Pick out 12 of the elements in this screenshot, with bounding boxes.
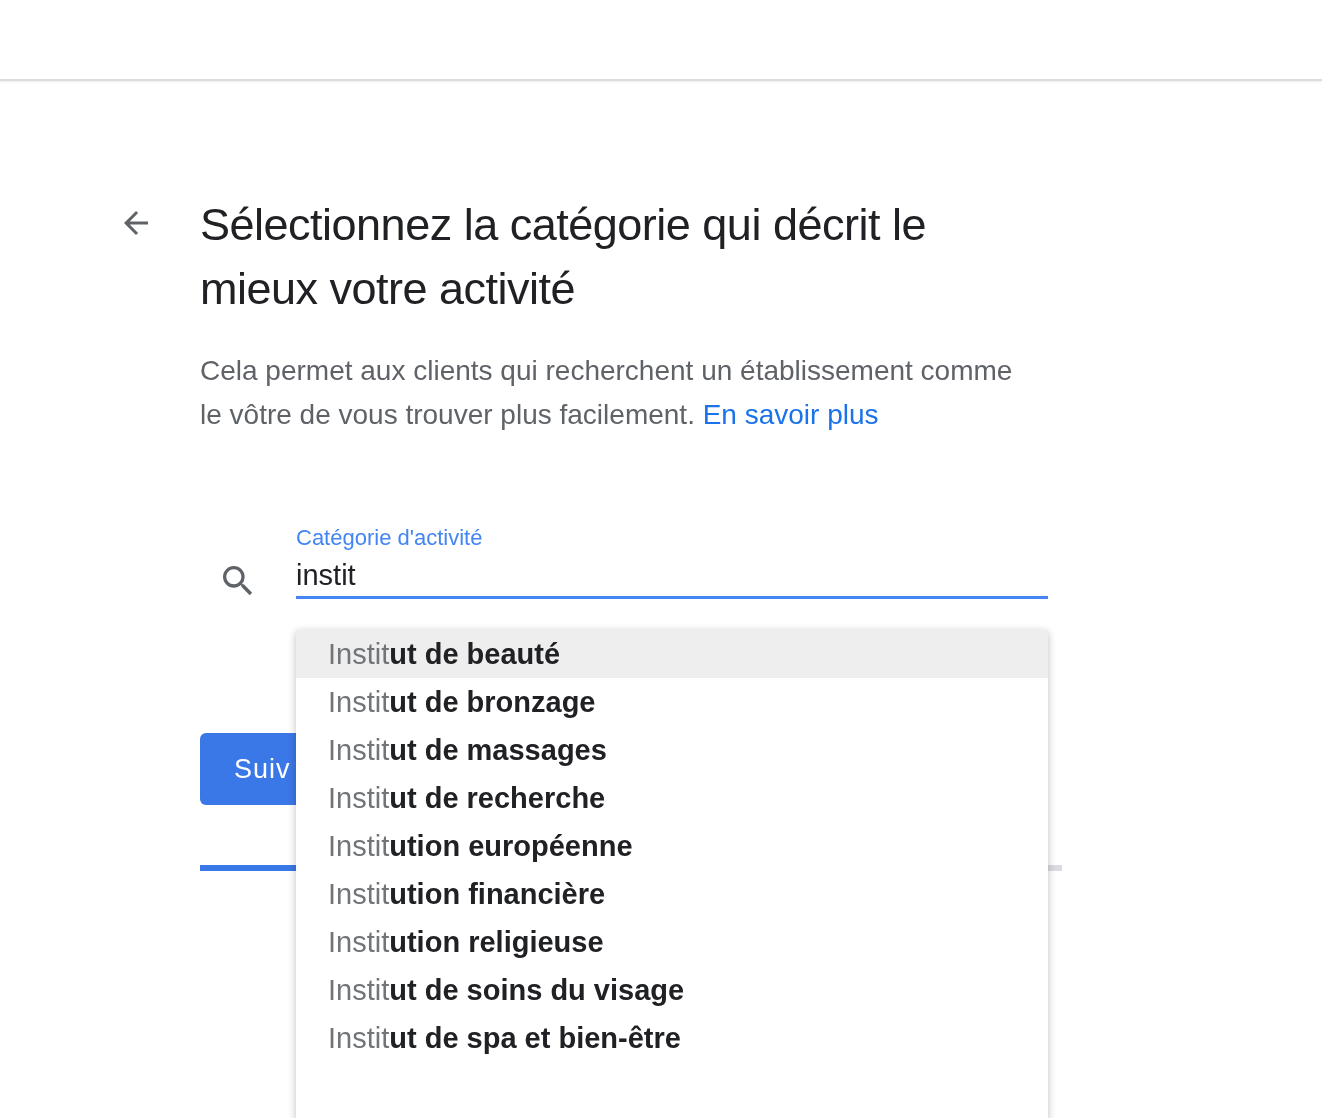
suggestion-item[interactable]: Institution financière (296, 870, 1048, 918)
suggestion-item[interactable]: Institution religieuse (296, 918, 1048, 966)
field-label: Catégorie d'activité (296, 524, 484, 552)
suggestion-item[interactable]: Institution européenne (296, 822, 1048, 870)
suggestion-item[interactable]: Institut de bronzage (296, 678, 1048, 726)
page-title: Sélectionnez la catégorie qui décrit le mieux votre activité (200, 198, 927, 316)
suggestion-item[interactable]: Institut de spa et bien-être (296, 1014, 1048, 1062)
learn-more-link[interactable]: En savoir plus (702, 399, 879, 430)
category-input[interactable]: instit (296, 553, 1048, 599)
suggestion-item[interactable]: Institut de soins du visage (296, 966, 1048, 1014)
description-text: Cela permet aux clients qui recherchent un établissement comme le vôtre de vous trouver plus facilement. En savoir plus (200, 354, 1014, 432)
suggestion-item[interactable]: Institut de beauté (296, 630, 1048, 678)
